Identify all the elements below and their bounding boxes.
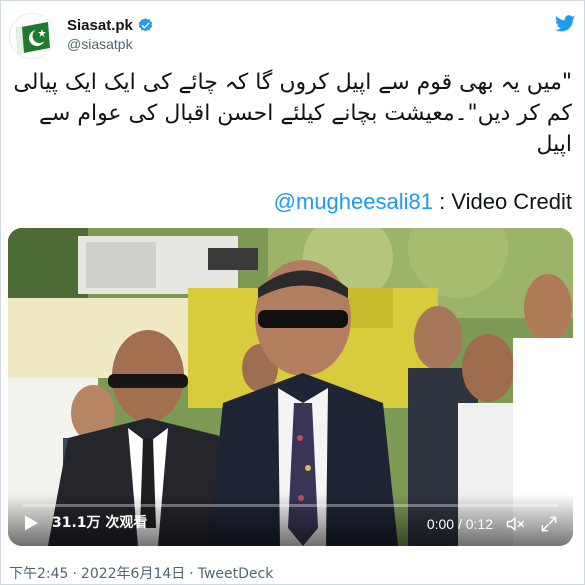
video-controls: 31.1万 次观看 0:00 / 0:12: [8, 494, 573, 546]
separator: ·: [189, 566, 194, 582]
twitter-bird-icon[interactable]: [554, 13, 576, 35]
volume-icon[interactable]: [505, 514, 525, 534]
tweet-header: Siasat.pk @siasatpk: [9, 11, 578, 59]
credit-mention-link[interactable]: @mugheesali81: [274, 189, 433, 214]
display-name[interactable]: Siasat.pk: [67, 17, 133, 34]
avatar[interactable]: [9, 13, 55, 59]
tweet-footer: 下午2:45 · 2022年6月14日 · TweetDeck: [9, 563, 273, 583]
view-count: 31.1万 次观看: [52, 515, 148, 531]
handle[interactable]: @siasatpk: [67, 36, 133, 52]
video-credit-line: @mugheesali81 : Video Credit: [274, 189, 572, 215]
siasat-pk-flag-logo-icon: [10, 14, 54, 58]
verified-badge-icon: [138, 17, 153, 31]
separator: ·: [72, 566, 77, 582]
tweet-source[interactable]: TweetDeck: [198, 566, 274, 582]
tweet-text: "میں یہ بھی قوم سے اپیل کروں گا کہ چائے …: [13, 70, 572, 157]
fullscreen-icon[interactable]: [539, 514, 559, 534]
credit-suffix: : Video Credit: [432, 189, 572, 214]
video-player[interactable]: 31.1万 次观看 0:00 / 0:12: [8, 228, 573, 546]
tweet-time[interactable]: 下午2:45: [9, 566, 68, 582]
tweet-card: Siasat.pk @siasatpk "میں یہ بھی قوم سے ا…: [0, 0, 585, 585]
name-row: Siasat.pk: [67, 15, 154, 35]
tweet-date[interactable]: 2022年6月14日: [81, 566, 185, 582]
play-icon[interactable]: [22, 514, 40, 532]
video-time: 0:00 / 0:12: [426, 516, 493, 532]
video-progress-bar[interactable]: [22, 504, 559, 507]
